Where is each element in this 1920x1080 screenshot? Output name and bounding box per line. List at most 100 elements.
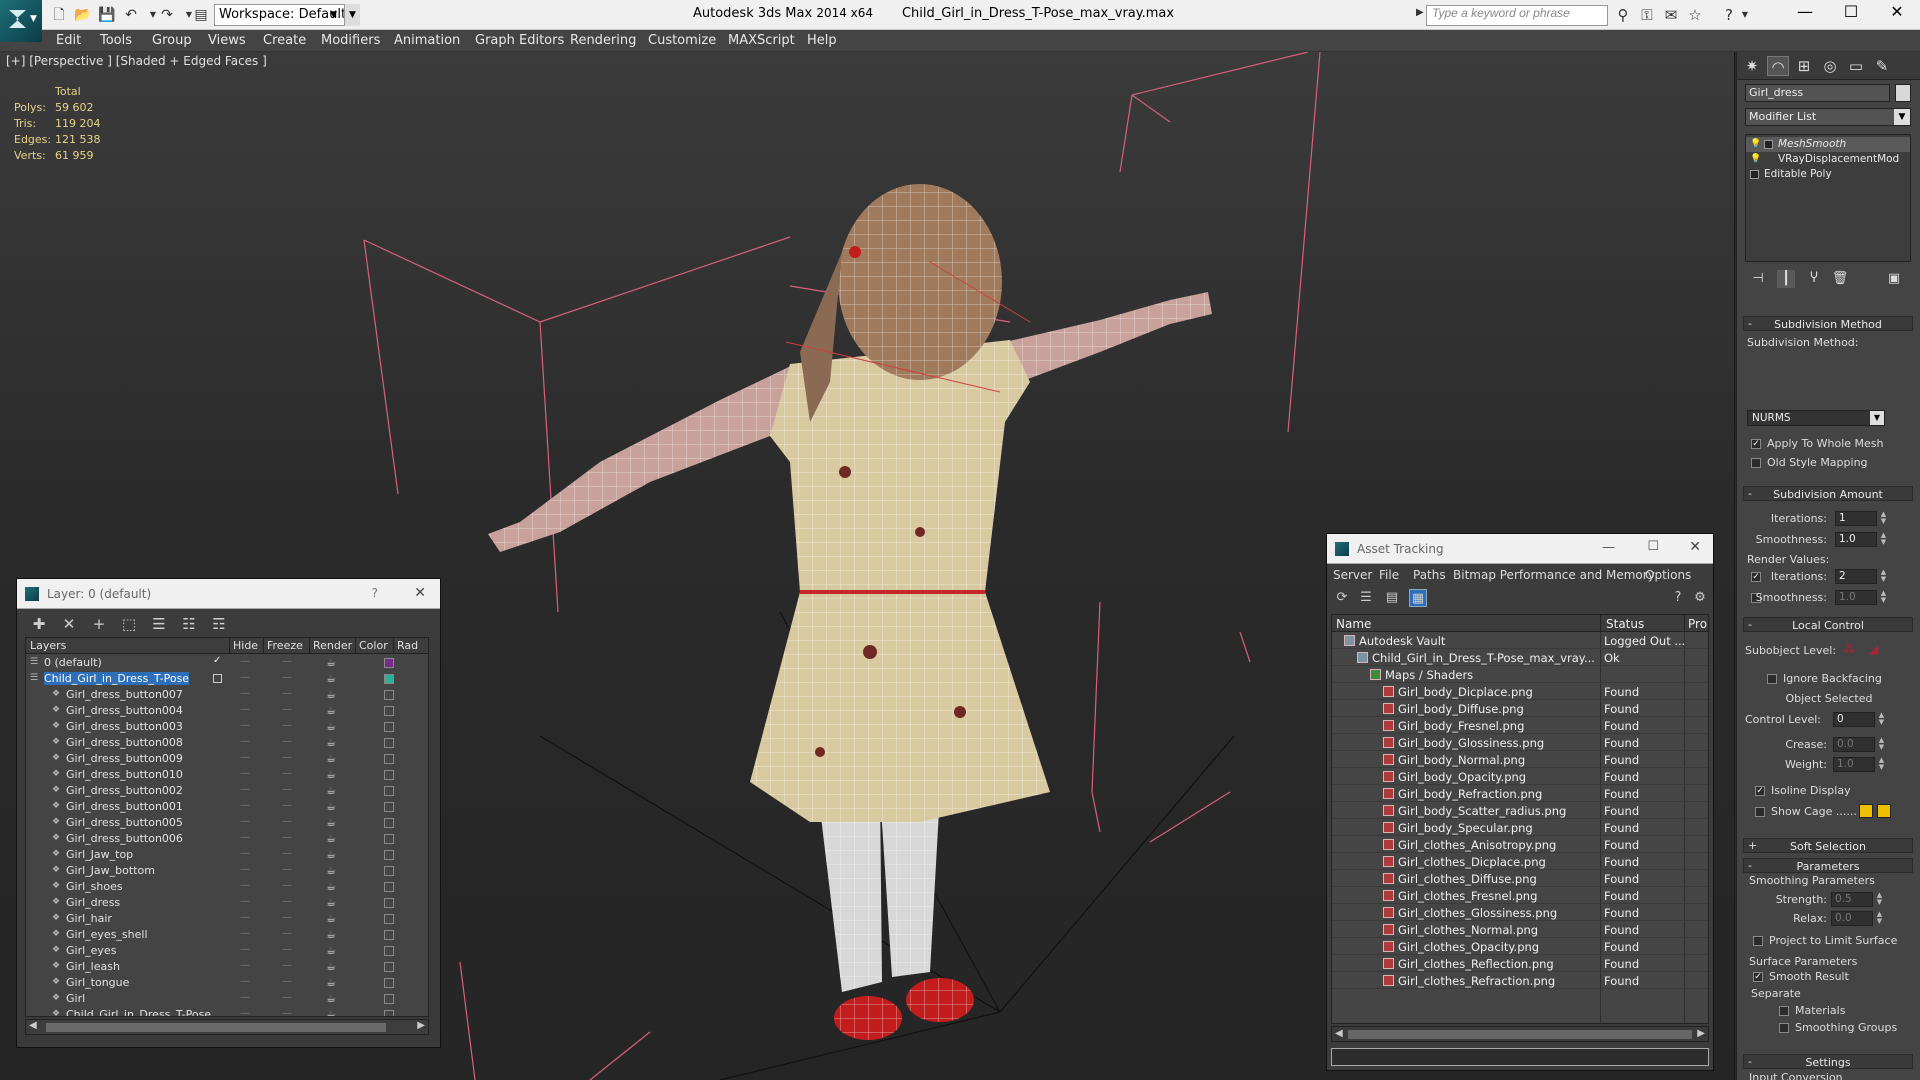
rollout-subdivision-amount[interactable]: - Subdivision Amount [1743,486,1913,501]
layer-color-swatch[interactable] [384,930,394,940]
render-teapot-icon[interactable]: ☕ [326,784,336,797]
hide-toggle-icon[interactable]: — [240,865,252,875]
layer-color-swatch[interactable] [384,658,394,668]
asset-menu-server[interactable]: Server [1333,568,1372,582]
layer-color-swatch[interactable] [384,978,394,988]
spinner-arrows-icon[interactable]: ▲ ▼ [1875,892,1884,907]
render-teapot-icon[interactable]: ☕ [326,960,336,973]
materials-checkbox[interactable] [1779,1006,1789,1016]
asset-row[interactable]: Girl_body_Refraction.png Found [1332,785,1708,802]
render-teapot-icon[interactable]: ☕ [326,688,336,701]
freeze-toggle-icon[interactable]: — [282,657,294,667]
hide-toggle-icon[interactable]: — [240,849,252,859]
layer-color-swatch[interactable] [384,802,394,812]
col-color[interactable]: Color [359,639,388,652]
asset-row[interactable]: Girl_clothes_Anisotropy.png Found [1332,836,1708,853]
menu-help[interactable]: Help [807,33,837,48]
layer-row[interactable]: ☰ Child_Girl_in_Dress_T-Pose — — ☕ [26,671,428,687]
asset-help-icon[interactable]: ? [1669,589,1687,607]
asset-menu-options[interactable]: Options [1645,568,1691,582]
menu-modifiers[interactable]: Modifiers [321,33,380,48]
hide-toggle-icon[interactable]: — [240,657,252,667]
rollout-subdivision-method[interactable]: - Subdivision Method [1743,316,1913,331]
control-level-spinner[interactable]: 0 [1833,712,1875,727]
freeze-toggle-icon[interactable]: — [282,689,294,699]
display-tab-icon[interactable]: ▭ [1845,56,1867,76]
render-teapot-icon[interactable]: ☕ [326,720,336,733]
asset-tracking-titlebar[interactable]: Asset Tracking — ☐ ✕ [1327,534,1713,564]
layer-color-swatch[interactable] [384,898,394,908]
hide-toggle-icon[interactable]: — [240,673,252,683]
asset-row[interactable]: Girl_clothes_Glossiness.png Found [1332,904,1708,921]
layer-color-swatch[interactable] [384,818,394,828]
save-file-icon[interactable]: 💾 [96,5,118,25]
layer-row[interactable]: ❖ Girl_eyes_shell — — ☕ [26,927,428,943]
freeze-toggle-icon[interactable]: — [282,833,294,843]
render-teapot-icon[interactable]: ☕ [326,1008,336,1016]
smoothing-groups-checkbox[interactable] [1779,1023,1789,1033]
project-limit-checkbox[interactable] [1753,936,1763,946]
current-layer-check-icon[interactable]: ✓ [213,655,221,666]
freeze-toggle-icon[interactable]: — [282,945,294,955]
asset-col-pro[interactable]: Pro [1688,617,1707,631]
smooth-result-checkbox[interactable]: ✓ [1753,972,1763,982]
menu-animation[interactable]: Animation [394,33,460,48]
freeze-toggle-icon[interactable]: — [282,897,294,907]
asset-row[interactable]: Girl_body_Opacity.png Found [1332,768,1708,785]
spinner-arrows-icon[interactable]: ▲ ▼ [1879,511,1888,526]
render-teapot-icon[interactable]: ☕ [326,800,336,813]
layer-row[interactable]: ❖ Girl_dress_button010 — — ☕ [26,767,428,783]
freeze-toggle-icon[interactable]: — [282,737,294,747]
help-dropdown-icon[interactable]: ▼ [1734,5,1756,25]
hide-toggle-icon[interactable]: — [240,769,252,779]
layer-color-swatch[interactable] [384,754,394,764]
delete-layer-icon[interactable]: ✕ [59,615,79,633]
menu-graph-editors[interactable]: Graph Editors [475,33,564,48]
asset-row[interactable]: Girl_body_Fresnel.png Found [1332,717,1708,734]
menu-rendering[interactable]: Rendering [570,33,636,48]
expand-box[interactable] [1764,140,1773,149]
expand-box[interactable] [1750,170,1759,179]
freeze-toggle-icon[interactable]: — [282,913,294,923]
motion-tab-icon[interactable]: ◎ [1819,56,1841,76]
hide-toggle-icon[interactable]: — [240,1009,252,1017]
hide-toggle-icon[interactable]: — [240,705,252,715]
freeze-toggle-icon[interactable]: — [282,801,294,811]
layer-manager-titlebar[interactable]: Layer: 0 (default) ? ✕ [17,579,440,609]
layer-row[interactable]: ❖ Girl_dress_button005 — — ☕ [26,815,428,831]
render-teapot-icon[interactable]: ☕ [326,944,336,957]
render-teapot-icon[interactable]: ☕ [326,704,336,717]
layer-row[interactable]: ❖ Girl_dress_button003 — — ☕ [26,719,428,735]
hide-toggle-icon[interactable]: — [240,817,252,827]
show-cage-checkbox[interactable] [1755,807,1765,817]
hide-toggle-icon[interactable]: — [240,801,252,811]
remove-modifier-icon[interactable]: 🗑 [1831,270,1849,288]
freeze-toggle-icon[interactable]: — [282,817,294,827]
hide-toggle-icon[interactable]: — [240,961,252,971]
rollout-parameters[interactable]: - Parameters [1743,858,1913,873]
freeze-toggle-icon[interactable]: — [282,785,294,795]
maximize-button[interactable]: ☐ [1828,0,1874,26]
render-teapot-icon[interactable]: ☕ [326,736,336,749]
undo-icon[interactable]: ↶ [120,5,142,25]
render-teapot-icon[interactable]: ☕ [326,928,336,941]
freeze-toggle-icon[interactable]: — [282,929,294,939]
asset-row[interactable]: Girl_clothes_Reflection.png Found [1332,955,1708,972]
asset-row[interactable]: Girl_body_Scatter_radius.png Found [1332,802,1708,819]
lightbulb-icon[interactable]: 💡 [1750,139,1761,149]
object-color-swatch[interactable] [1895,84,1911,102]
open-file-icon[interactable]: 📂 [72,5,94,25]
asset-row[interactable]: Girl_clothes_Fresnel.png Found [1332,887,1708,904]
layer-color-swatch[interactable] [384,994,394,1004]
freeze-toggle-icon[interactable]: — [282,673,294,683]
layer-row[interactable]: ❖ Girl_Jaw_top — — ☕ [26,847,428,863]
object-name-field[interactable]: Girl_dress [1745,84,1890,102]
refresh-icon[interactable]: ⟳ [1333,589,1351,607]
asset-row[interactable]: Girl_clothes_Diffuse.png Found [1332,870,1708,887]
render-iterations-spinner[interactable]: 2 [1835,569,1877,584]
show-end-result-icon[interactable]: ┃ [1777,270,1795,288]
lightbulb-icon[interactable]: 💡 [1750,154,1761,164]
layer-color-swatch[interactable] [384,706,394,716]
menu-group[interactable]: Group [152,33,192,48]
weight-spinner[interactable]: 1.0 [1833,757,1875,772]
